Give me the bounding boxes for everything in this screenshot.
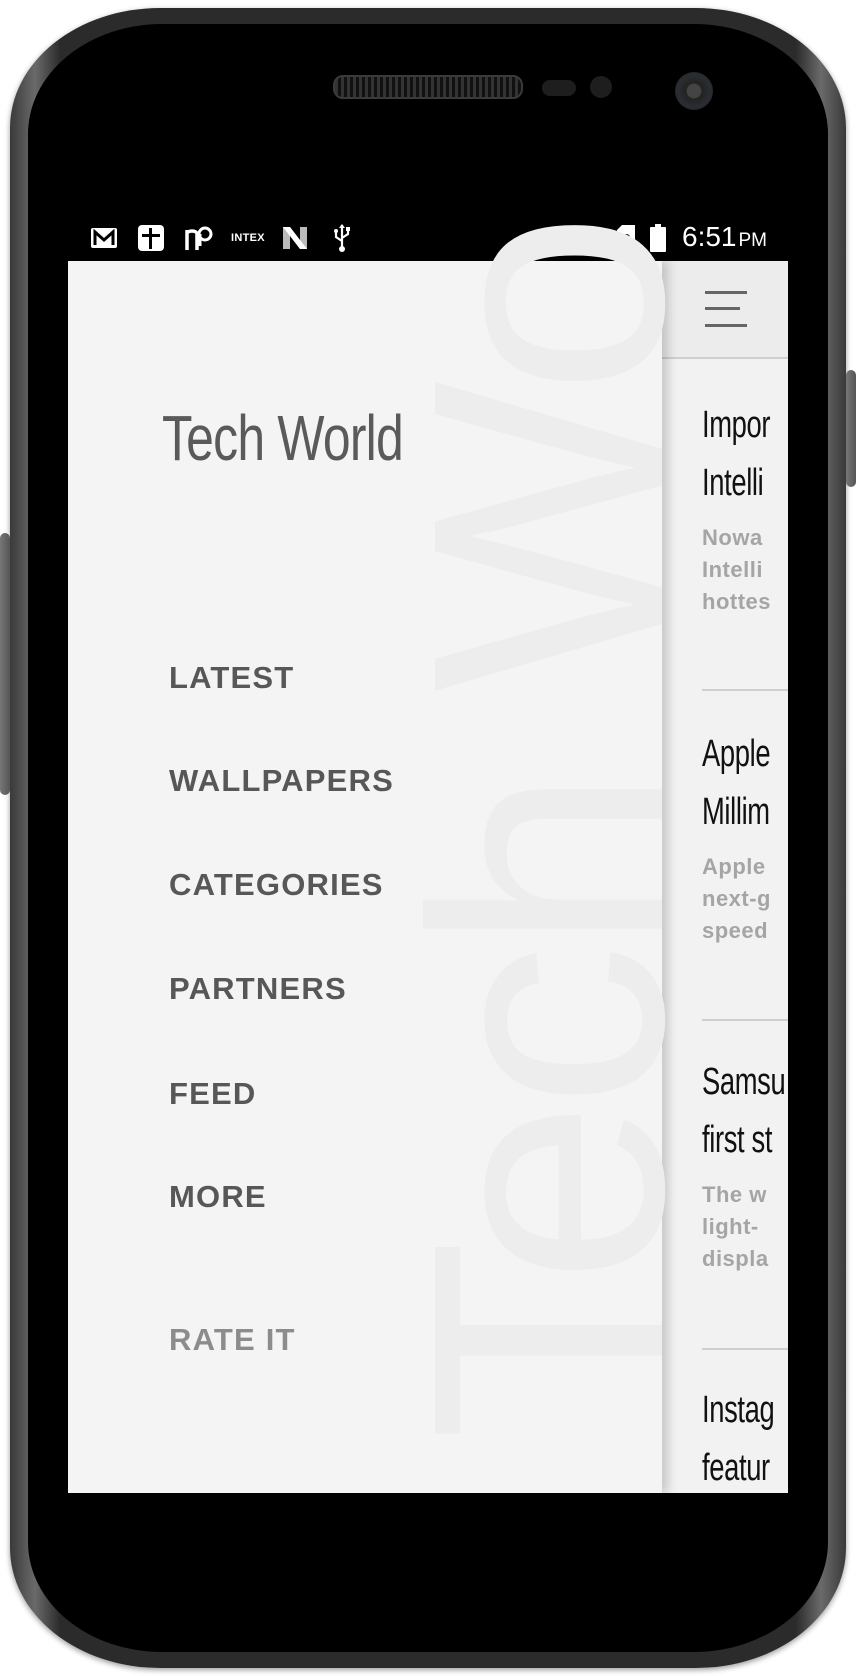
article-title-line: featur xyxy=(702,1447,770,1489)
np-app-icon xyxy=(184,225,214,251)
front-camera xyxy=(675,72,713,110)
clock-ampm: PM xyxy=(738,230,768,251)
volume-button xyxy=(0,533,10,795)
gmail-icon xyxy=(89,225,119,251)
proximity-sensor xyxy=(542,80,576,96)
drawer-watermark: Tech World xyxy=(363,213,732,1441)
power-button xyxy=(846,370,856,487)
earpiece-speaker xyxy=(333,75,523,99)
n-app-icon xyxy=(280,225,310,251)
menu-item-partners[interactable]: PARTNERS xyxy=(169,971,347,1007)
menu-item-categories[interactable]: CATEGORIES xyxy=(169,867,384,903)
plus-app-icon xyxy=(138,225,164,251)
rate-it-button[interactable]: RATE IT xyxy=(169,1322,296,1358)
light-sensor xyxy=(590,76,612,98)
menu-item-feed[interactable]: FEED xyxy=(169,1076,256,1112)
menu-item-more[interactable]: MORE xyxy=(169,1179,267,1215)
intex-icon: INTEX xyxy=(231,232,265,244)
screen: INTEX ? 6:51 PM Impor Intelli Nowa Intell… xyxy=(68,213,788,1493)
menu-item-wallpapers[interactable]: WALLPAPERS xyxy=(169,763,394,799)
drawer-app-title: Tech World xyxy=(162,402,404,474)
navigation-drawer: Tech World Tech World LATEST WALLPAPERS … xyxy=(68,213,732,1493)
usb-icon xyxy=(331,224,353,252)
menu-item-latest[interactable]: LATEST xyxy=(169,660,294,696)
